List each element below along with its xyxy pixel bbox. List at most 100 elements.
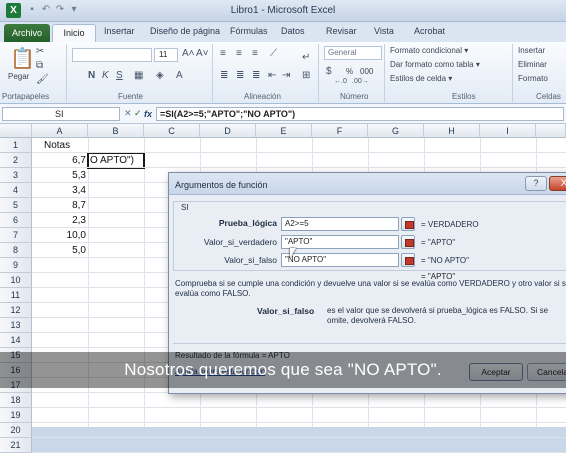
paste-icon[interactable]: 📋	[10, 46, 35, 71]
row-header[interactable]: 13	[0, 318, 32, 333]
insert-cells-button[interactable]: Insertar	[518, 46, 545, 55]
align-top-icon[interactable]: ≡	[220, 48, 226, 59]
row-header[interactable]: 12	[0, 303, 32, 318]
arg-label-prueba-logica: Prueba_lógica	[218, 218, 277, 228]
arg-input-valor-si-verdadero[interactable]: "APTO"	[281, 235, 399, 249]
formula-input[interactable]: =SI(A2>=5;"APTO";"NO APTO")	[156, 107, 564, 121]
underline-button[interactable]: S	[116, 70, 123, 81]
row-header[interactable]: 11	[0, 288, 32, 303]
font-size-box[interactable]: 11	[154, 48, 178, 62]
wrap-text-icon[interactable]: ↵	[302, 52, 310, 63]
row-header[interactable]: 8	[0, 243, 32, 258]
tab-vista[interactable]: Vista	[374, 26, 394, 36]
cell-styles-button[interactable]: Estilos de celda ▾	[390, 74, 452, 83]
cell-a7[interactable]: 10,0	[32, 228, 86, 243]
currency-icon[interactable]: $	[326, 66, 332, 77]
row-header[interactable]: 1	[0, 138, 32, 153]
format-as-table-button[interactable]: Dar formato como tabla ▾	[390, 60, 480, 69]
format-painter-icon[interactable]: 🖌	[36, 74, 49, 85]
row-header[interactable]: 9	[0, 258, 32, 273]
close-button[interactable]: X	[549, 176, 566, 191]
row-header[interactable]: 5	[0, 198, 32, 213]
row-header[interactable]: 21	[0, 438, 32, 453]
decimal-increase-icon[interactable]: ←.0	[334, 78, 347, 85]
help-button[interactable]: ?	[525, 176, 547, 191]
borders-icon[interactable]: ▦	[134, 70, 143, 81]
row-header[interactable]: 2	[0, 153, 32, 168]
row-header[interactable]: 7	[0, 228, 32, 243]
dialog-title: Argumentos de función	[175, 180, 268, 190]
column-header[interactable]: I	[480, 124, 536, 138]
cell-a3[interactable]: 5,3	[32, 168, 86, 183]
tab-acrobat[interactable]: Acrobat	[414, 26, 445, 36]
grow-font-icon[interactable]: A˄	[182, 48, 195, 59]
cell-a8[interactable]: 5,0	[32, 243, 86, 258]
collapse-dialog-icon[interactable]	[401, 253, 415, 267]
row-header[interactable]: 20	[0, 423, 32, 438]
video-subtitle: Nosotros queremos que sea "NO APTO".	[124, 360, 442, 379]
bold-button[interactable]: N	[88, 70, 95, 81]
indent-icon[interactable]: ⇤	[268, 70, 276, 81]
tab-datos[interactable]: Datos	[281, 26, 305, 36]
select-all-corner[interactable]	[0, 124, 32, 138]
column-header[interactable]: E	[256, 124, 312, 138]
row-header[interactable]: 3	[0, 168, 32, 183]
outdent-icon[interactable]: ⇥	[282, 70, 290, 81]
number-format-box[interactable]: General	[324, 46, 382, 60]
column-header[interactable]: G	[368, 124, 424, 138]
insert-function-icon[interactable]: fx	[144, 109, 152, 119]
fill-color-icon[interactable]: ◈	[156, 70, 164, 81]
tab-revisar[interactable]: Revisar	[326, 26, 357, 36]
tab-archivo[interactable]: Archivo	[4, 24, 50, 42]
row-header[interactable]: 18	[0, 393, 32, 408]
column-header[interactable]	[536, 124, 566, 138]
cell-a5[interactable]: 8,7	[32, 198, 86, 213]
row-header[interactable]: 10	[0, 273, 32, 288]
paste-label[interactable]: Pegar	[8, 72, 29, 81]
cut-icon[interactable]: ✂	[36, 46, 44, 57]
tab-diseno-pagina[interactable]: Diseño de página	[150, 26, 220, 36]
font-name-box[interactable]	[72, 48, 152, 62]
collapse-dialog-icon[interactable]	[401, 217, 415, 231]
enter-icon[interactable]: ✓	[134, 108, 142, 119]
thousands-button[interactable]: 000	[360, 67, 373, 76]
row-header[interactable]: 19	[0, 408, 32, 423]
conditional-format-button[interactable]: Formato condicional ▾	[390, 46, 468, 55]
column-header[interactable]: H	[424, 124, 480, 138]
copy-icon[interactable]: ⧉	[36, 60, 43, 71]
arg-input-prueba-logica[interactable]: A2>=5	[281, 217, 399, 231]
percent-button[interactable]: %	[346, 67, 353, 76]
align-middle-icon[interactable]: ≡	[236, 48, 242, 59]
cell-a6[interactable]: 2,3	[32, 213, 86, 228]
cell-a4[interactable]: 3,4	[32, 183, 86, 198]
dialog-title-bar[interactable]: Argumentos de función ? X	[169, 173, 566, 195]
column-header[interactable]: D	[200, 124, 256, 138]
align-right-icon[interactable]: ≣	[252, 70, 260, 81]
align-left-icon[interactable]: ≣	[220, 70, 228, 81]
align-bottom-icon[interactable]: ≡	[252, 48, 258, 59]
column-header[interactable]: C	[144, 124, 200, 138]
column-header[interactable]: F	[312, 124, 368, 138]
merge-icon[interactable]: ⊞	[302, 70, 310, 81]
align-center-icon[interactable]: ≣	[236, 70, 244, 81]
column-header[interactable]: A	[32, 124, 88, 138]
cancel-icon[interactable]: ✕	[124, 108, 132, 119]
name-box[interactable]: SI	[2, 107, 120, 121]
tab-insertar[interactable]: Insertar	[104, 26, 135, 36]
tab-inicio[interactable]: Inicio	[52, 24, 96, 42]
collapse-dialog-icon[interactable]	[401, 235, 415, 249]
delete-cells-button[interactable]: Eliminar	[518, 60, 547, 69]
font-color-icon[interactable]: A	[176, 70, 183, 81]
cell-a2[interactable]: 6,7	[32, 153, 86, 168]
column-header[interactable]: B	[88, 124, 144, 138]
decimal-decrease-icon[interactable]: .00→	[352, 78, 369, 85]
row-header[interactable]: 14	[0, 333, 32, 348]
orientation-icon[interactable]: ⟋	[270, 48, 277, 59]
cell-a1[interactable]: Notas	[44, 138, 70, 153]
format-cells-button[interactable]: Formato	[518, 74, 548, 83]
row-header[interactable]: 6	[0, 213, 32, 228]
tab-formulas[interactable]: Fórmulas	[230, 26, 268, 36]
row-header[interactable]: 4	[0, 183, 32, 198]
italic-button[interactable]: K	[102, 70, 109, 81]
shrink-font-icon[interactable]: A˅	[196, 48, 209, 59]
